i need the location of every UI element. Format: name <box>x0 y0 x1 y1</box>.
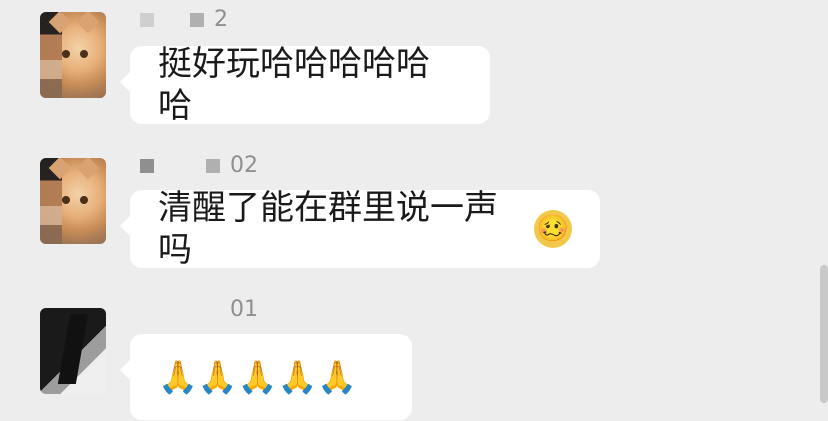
sender-name-fragment: 2 <box>214 7 228 32</box>
sender-name-row: 02 <box>140 154 258 178</box>
folded-hands-emoji-icon: 🙏🙏🙏🙏🙏 <box>158 358 358 396</box>
avatar-slash-shape <box>57 314 89 384</box>
sender-name-fragment: 02 <box>230 153 258 178</box>
sender-name-row: 2 <box>140 8 228 32</box>
cat-ear-right <box>76 12 100 34</box>
message-text: 挺好玩哈哈哈哈哈哈 <box>158 44 430 126</box>
woozy-face-emoji-icon: 🥴 <box>534 210 572 248</box>
message-bubble[interactable]: 🙏🙏🙏🙏🙏 <box>120 334 412 420</box>
blurred-name-block <box>190 13 204 27</box>
message-text: 清醒了能在群里说一声吗 <box>158 188 498 270</box>
avatar-dark[interactable] <box>40 308 106 394</box>
message-bubble[interactable]: 清醒了能在群里说一声吗 🥴 <box>120 188 600 270</box>
avatar-cat[interactable] <box>40 12 106 98</box>
cat-eye-right <box>80 196 88 204</box>
sender-name-fragment: 01 <box>230 297 258 322</box>
cat-eye-left <box>62 196 70 204</box>
cat-eye-right <box>80 50 88 58</box>
avatar-cat[interactable] <box>40 158 106 244</box>
cat-eye-left <box>62 50 70 58</box>
blurred-name-block <box>206 159 220 173</box>
blurred-name-block <box>140 13 154 27</box>
vertical-scrollbar[interactable] <box>820 265 828 403</box>
cat-ear-right <box>76 158 100 180</box>
sender-name-row: 01 <box>140 298 258 322</box>
message-bubble[interactable]: 挺好玩哈哈哈哈哈哈 <box>120 44 490 126</box>
blurred-name-block <box>140 159 154 173</box>
